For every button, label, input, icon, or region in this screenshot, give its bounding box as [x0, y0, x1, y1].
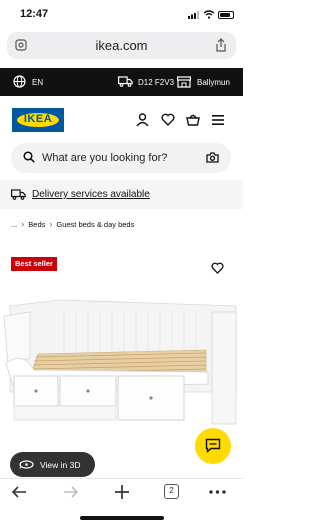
breadcrumb: ... › Beds › Guest beds & day beds [11, 219, 134, 229]
breadcrumb-item-beds[interactable]: Beds [28, 220, 45, 229]
postcode-selector[interactable]: D12 F2V3 [138, 78, 174, 87]
favourite-heart-icon[interactable] [211, 262, 224, 274]
breadcrumb-ellipsis[interactable]: ... [11, 220, 17, 229]
forward-icon[interactable] [63, 486, 79, 498]
best-seller-badge: Best seller [11, 257, 57, 271]
view-in-3d-label: View in 3D [40, 460, 81, 470]
ikea-logo[interactable]: IKEA [12, 108, 64, 132]
search-input[interactable]: What are you looking for? [42, 152, 167, 164]
address-bar[interactable]: ikea.com [7, 32, 236, 59]
chat-icon [205, 438, 221, 453]
basket-icon[interactable] [186, 113, 200, 126]
search-icon [23, 151, 35, 163]
tab-count-button[interactable]: 2 [164, 484, 179, 499]
url-text[interactable]: ikea.com [7, 38, 236, 53]
back-icon[interactable] [11, 486, 27, 498]
view-in-3d-button[interactable]: View in 3D [10, 452, 95, 477]
menu-icon[interactable] [212, 115, 224, 125]
status-time: 12:47 [20, 8, 49, 20]
product-image[interactable] [0, 292, 243, 440]
camera-icon[interactable] [206, 152, 219, 163]
delivery-link[interactable]: Delivery services available [32, 189, 150, 200]
truck-icon[interactable] [118, 76, 133, 87]
wifi-icon [203, 10, 215, 19]
status-bar: 12:47 [0, 0, 243, 30]
breadcrumb-item-guest-beds[interactable]: Guest beds & day beds [56, 220, 134, 229]
plus-icon[interactable] [114, 484, 130, 500]
chevron-right-icon: › [49, 219, 53, 230]
delivery-banner[interactable]: Delivery services available [0, 180, 243, 209]
logo-text: IKEA [23, 113, 53, 125]
signal-icon [188, 11, 199, 19]
home-indicator [80, 516, 164, 520]
store-selector[interactable]: Ballymun [197, 78, 230, 87]
page: 12:47 ikea.com EN D12 F2V3 Ballymun IKEA… [0, 0, 243, 525]
share-icon[interactable] [215, 38, 227, 52]
top-strip: EN D12 F2V3 Ballymun [0, 68, 243, 96]
more-icon[interactable] [209, 490, 226, 494]
store-icon[interactable] [177, 76, 191, 88]
heart-icon[interactable] [161, 113, 175, 126]
search-bar[interactable]: What are you looking for? [11, 143, 231, 173]
chat-button[interactable] [195, 428, 231, 464]
user-icon[interactable] [136, 113, 149, 127]
language-selector[interactable]: EN [32, 78, 43, 87]
3d-icon [19, 460, 34, 469]
chevron-right-icon: › [21, 219, 25, 230]
globe-icon[interactable] [13, 75, 26, 88]
battery-icon [218, 11, 234, 19]
truck-icon [11, 189, 26, 200]
